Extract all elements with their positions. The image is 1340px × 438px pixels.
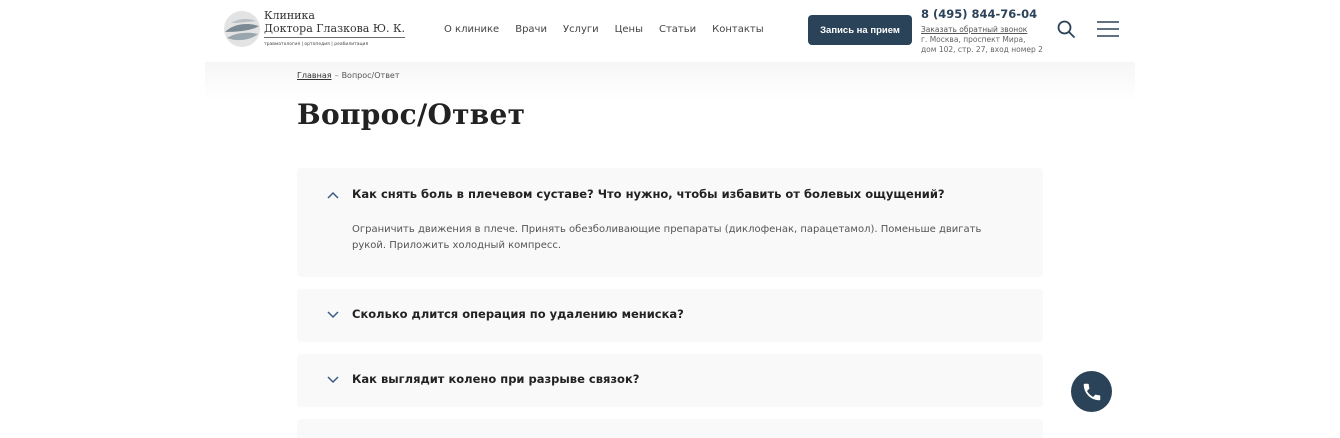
faq-item-3[interactable]: Как выглядит колено при разрыве связок? bbox=[297, 354, 1043, 407]
nav-item-services[interactable]: Услуги bbox=[563, 23, 599, 37]
nav-item-doctors[interactable]: Врачи bbox=[515, 23, 547, 37]
page-title: Вопрос/Ответ bbox=[297, 98, 526, 131]
chevron-down-icon[interactable] bbox=[327, 376, 339, 384]
breadcrumb-home-link[interactable]: Главная bbox=[297, 71, 332, 80]
chevron-down-icon[interactable] bbox=[327, 311, 339, 319]
faq-question[interactable]: Сколько длится операция по удалению мени… bbox=[352, 307, 684, 321]
logo-emblem-icon bbox=[224, 11, 260, 47]
faq-question[interactable]: Как снять боль в плечевом суставе? Что н… bbox=[352, 187, 945, 201]
breadcrumb-current: Вопрос/Ответ bbox=[341, 71, 400, 80]
logo-line-2: Доктора Глазкова Ю. К. bbox=[264, 22, 405, 38]
faq-item-1[interactable]: Как снять боль в плечевом суставе? Что н… bbox=[297, 168, 1043, 277]
chevron-up-icon[interactable] bbox=[327, 191, 339, 199]
clinic-logo[interactable]: Клиника Доктора Глазкова Ю. К. травматол… bbox=[223, 9, 405, 53]
faq-answer: Ограничить движения в плече. Принять обе… bbox=[352, 224, 982, 251]
logo-subtitle: травматология | ортопедия | реабилитация bbox=[264, 42, 369, 47]
call-button[interactable] bbox=[1071, 371, 1112, 412]
address-line-2: дом 102, стр. 27, вход номер 2 bbox=[921, 45, 1043, 54]
logo-text: Клиника Доктора Глазкова Ю. К. травматол… bbox=[264, 9, 405, 48]
breadcrumb: Главная – Вопрос/Ответ bbox=[297, 71, 400, 80]
logo-line-1: Клиника bbox=[264, 9, 315, 22]
phone-icon bbox=[1083, 383, 1100, 400]
phone-number[interactable]: 8 (495) 844-76-04 bbox=[921, 7, 1051, 22]
search-icon[interactable] bbox=[1056, 19, 1076, 39]
nav-item-about[interactable]: О клинике bbox=[444, 23, 499, 37]
nav-item-articles[interactable]: Статьи bbox=[659, 23, 696, 37]
address-line-1: г. Москва, проспект Мира, bbox=[921, 35, 1026, 44]
callback-link[interactable]: Заказать обратный звонок bbox=[921, 24, 1051, 35]
faq-item-2[interactable]: Сколько длится операция по удалению мени… bbox=[297, 289, 1043, 342]
breadcrumb-separator: – bbox=[334, 71, 339, 80]
main-nav: О клинике Врачи Услуги Цены Статьи Конта… bbox=[444, 23, 780, 37]
nav-item-prices[interactable]: Цены bbox=[615, 23, 643, 37]
contact-block: 8 (495) 844-76-04 Заказать обратный звон… bbox=[921, 7, 1051, 55]
appointment-button[interactable]: Запись на прием bbox=[808, 15, 912, 45]
faq-item-4[interactable] bbox=[297, 419, 1043, 438]
faq-question[interactable]: Как выглядит колено при разрыве связок? bbox=[352, 372, 639, 386]
site-header: Клиника Доктора Глазкова Ю. К. травматол… bbox=[0, 0, 1340, 62]
hamburger-menu-icon[interactable] bbox=[1097, 21, 1119, 37]
nav-item-contacts[interactable]: Контакты bbox=[712, 23, 763, 37]
